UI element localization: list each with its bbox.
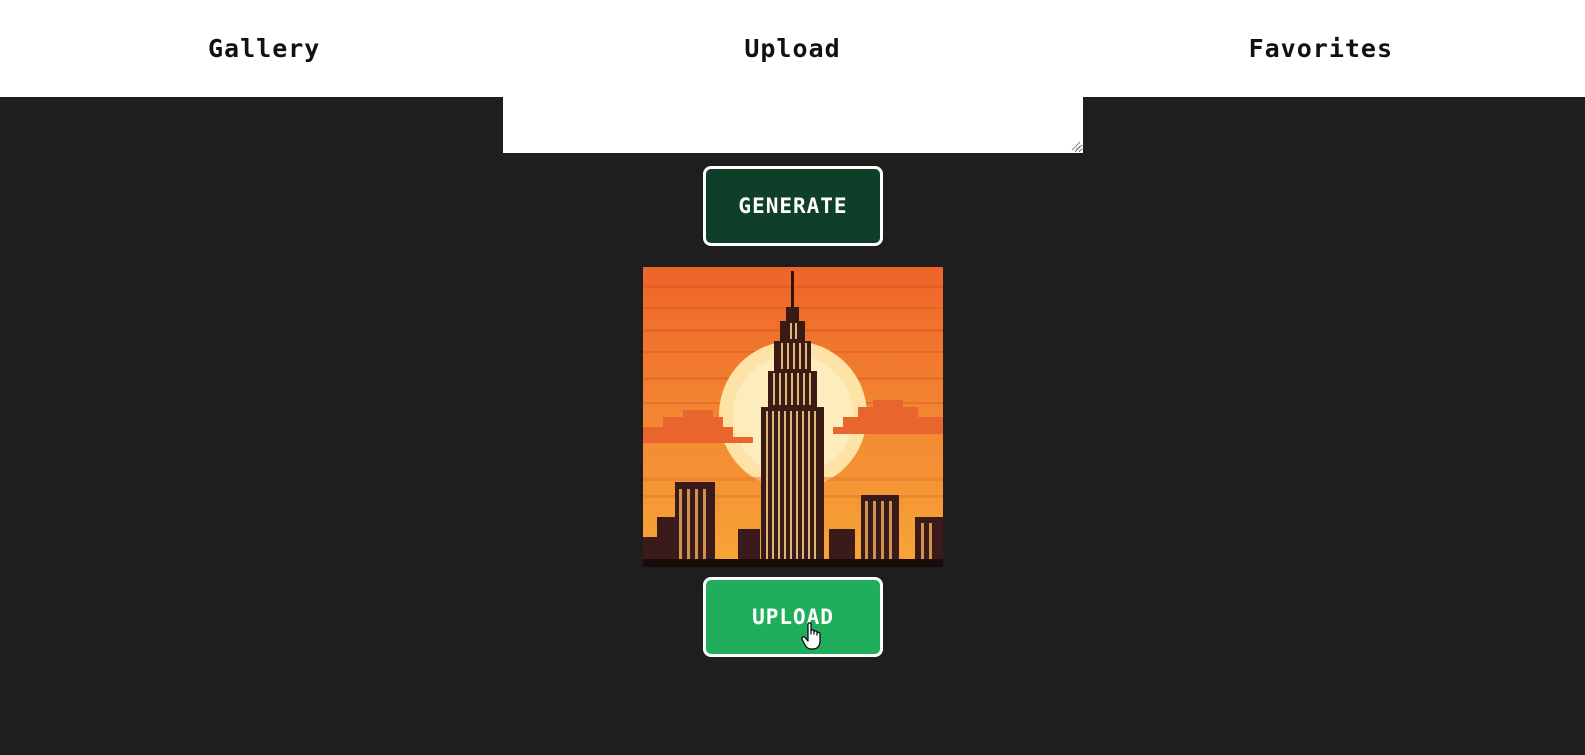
- generate-button[interactable]: GENERATE: [703, 166, 883, 246]
- generated-image: [643, 267, 943, 567]
- upload-button[interactable]: UPLOAD: [703, 577, 883, 657]
- ground: [643, 559, 943, 567]
- nav-item-gallery[interactable]: Gallery: [0, 0, 528, 97]
- nav-item-favorites[interactable]: Favorites: [1057, 0, 1585, 97]
- hand-pointer-icon: [801, 622, 821, 650]
- prompt-input[interactable]: [503, 97, 1083, 153]
- top-nav: Gallery Upload Favorites: [0, 0, 1585, 97]
- resize-handle-icon[interactable]: [1071, 141, 1081, 151]
- nav-item-upload[interactable]: Upload: [528, 0, 1056, 97]
